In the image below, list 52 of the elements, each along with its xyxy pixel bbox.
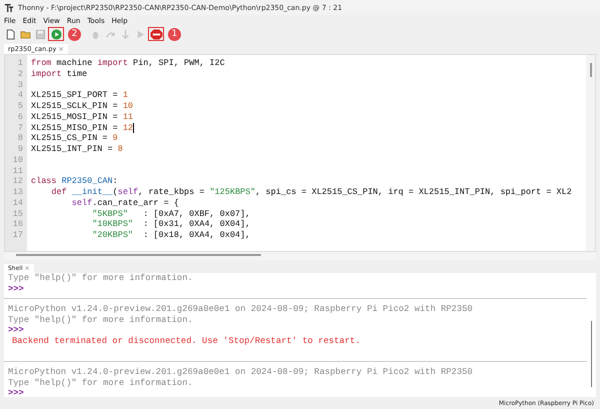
line-number: 7: [16, 122, 23, 134]
code-line: from machine import Pin, SPI, PWM, I2C: [31, 58, 225, 69]
blank-page-icon: [4, 28, 16, 40]
shell-output-line: MicroPython v1.24.0-preview.201.g269a0e0e1 on 2024-08-09; Raspberry Pi Pico2 with RP2350: [8, 367, 473, 378]
folder-icon: [20, 28, 30, 40]
down-arrow-icon: [120, 28, 130, 40]
code-line: XL2515_INT_PIN = 8: [31, 144, 123, 155]
step-number-badge: 1: [168, 28, 181, 40]
code-line: "10KBPS" : [0x31, 0XA4, 0X04],: [91, 219, 250, 230]
line-number: 10: [12, 154, 23, 166]
line-number: 14: [12, 198, 23, 208]
code-line: class RP2350_CAN:: [31, 176, 118, 187]
shell-output-line: Type "help()" for more information.: [8, 314, 193, 325]
code-line: XL2515_SPI_PORT = 1: [31, 90, 128, 101]
line-number: 12: [12, 176, 23, 187]
code-line: self.can_rate_arr = {: [70, 198, 179, 208]
horizontal-scrollbar[interactable]: [4, 252, 596, 260]
code-line: import time: [31, 68, 88, 80]
code-line: XL2515_SCLK_PIN = 10: [31, 101, 134, 112]
code-line: "20KBPS" : [0x18, 0XA4, 0x04],: [91, 230, 250, 241]
app-logo-icon: [4, 2, 14, 12]
line-number: 16: [12, 219, 23, 230]
line-number: 8: [16, 133, 23, 144]
code-line: "5KBPS" : [0xA7, 0XBF, 0x07],: [91, 208, 250, 220]
line-number: 1: [16, 58, 23, 69]
run-button[interactable]: [48, 27, 64, 41]
shell-prompt: >>>: [8, 284, 24, 294]
vertical-scrollbar[interactable]: [586, 55, 595, 251]
shell-output-line: Type "help()" for more information.: [8, 378, 193, 388]
line-number: 6: [16, 112, 23, 122]
play-circle-icon: [50, 28, 62, 40]
stop-sign-icon: [150, 28, 162, 40]
code-line: XL2515_MOSI_PIN = 11: [31, 112, 134, 122]
line-number: 2: [16, 68, 23, 80]
line-number: 15: [12, 208, 23, 220]
line-number: 5: [16, 101, 23, 112]
stop-button[interactable]: [148, 27, 164, 41]
shell-output-line: MicroPython v1.24.0-preview.201.g269a0e0e1 on 2024-08-09; Raspberry Pi Pico2 with RP2350: [8, 304, 473, 314]
line-number: 11: [12, 166, 23, 176]
shell-prompt: >>>: [8, 325, 24, 336]
code-line: XL2515_CS_PIN = 9: [31, 133, 118, 144]
line-number: 17: [12, 230, 23, 241]
line-number: 9: [16, 144, 23, 155]
line-number: 3: [16, 80, 23, 90]
error-message: Backend terminated or disconnected. Use 'Stop/Restart' to restart.: [11, 336, 360, 346]
line-number: 13: [12, 187, 23, 198]
code-line: XL2515_MISO_PIN = 12: [31, 122, 134, 134]
code-line: def __init__(self, rate_kbps = "125KBPS", spi_cs = XL2515_CS_PIN, irq = XL2515_INT_PIN, spi_port = XL2: [50, 187, 572, 198]
shell-prompt: >>>: [8, 388, 24, 397]
shell-output-line: Type "help()" for more information.: [8, 273, 193, 283]
step-number-badge: 2: [68, 28, 81, 40]
line-number: 4: [16, 90, 23, 101]
